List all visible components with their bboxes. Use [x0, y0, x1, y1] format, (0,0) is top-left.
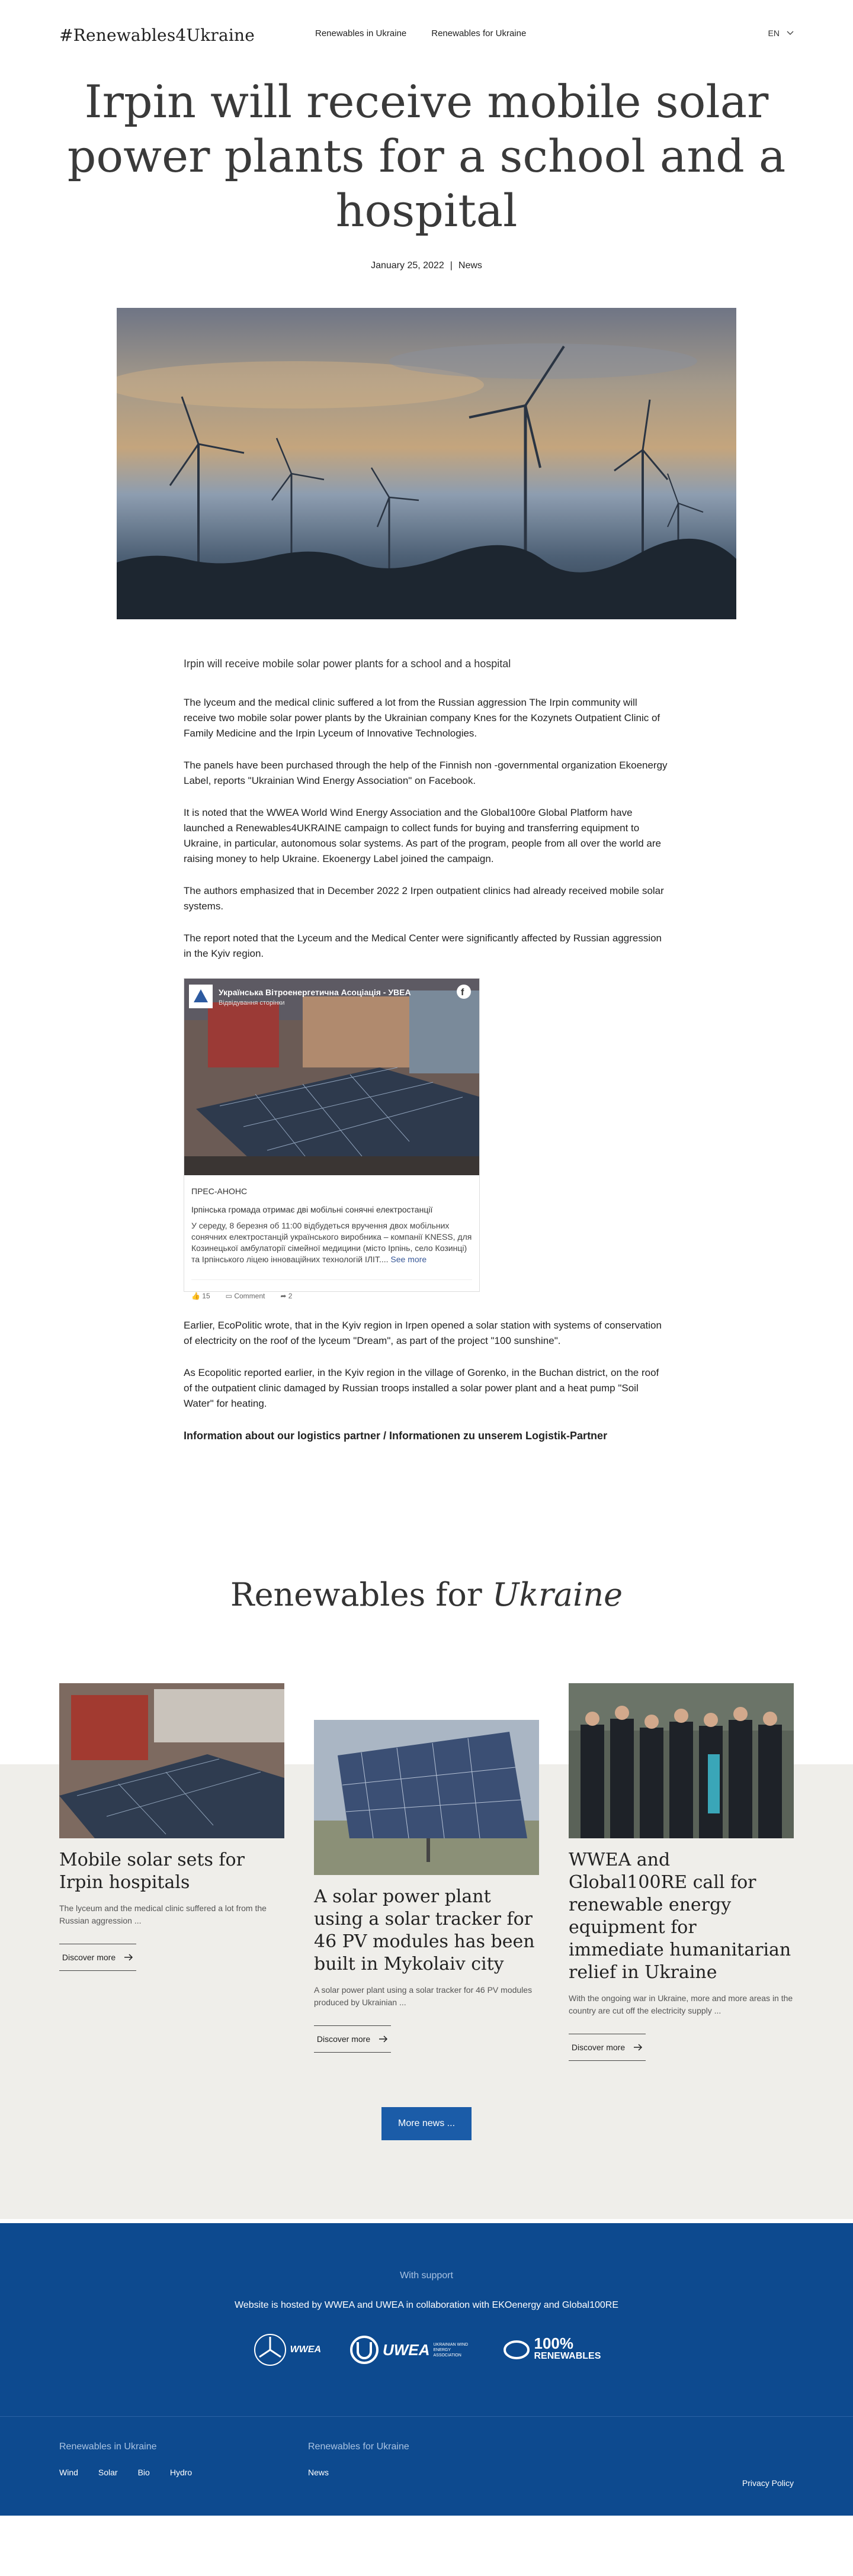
news-card[interactable]: Mobile solar sets for Irpin hospitals Th…	[59, 1683, 284, 1971]
article-body: Irpin will receive mobile solar power pl…	[184, 656, 669, 1443]
comment-label: Comment	[234, 1292, 265, 1300]
section-title-plain: Renewables for	[230, 1576, 482, 1613]
discover-more-label: Discover more	[571, 2043, 626, 2052]
article-paragraph: The authors emphasized that in December …	[184, 885, 664, 912]
news-card-title[interactable]: A solar power plant using a solar tracke…	[314, 1886, 539, 1976]
post-meta: January 25, 2022 | News	[0, 261, 853, 271]
footer-links: News	[308, 2468, 409, 2477]
arrow-right-icon	[634, 2044, 643, 2051]
more-news-wrapper: More news ...	[0, 2107, 853, 2140]
facebook-post-tag: ПРЕС-АНОНС	[191, 1186, 248, 1196]
page-title: Irpin will receive mobile solar power pl…	[67, 75, 786, 237]
arrow-right-icon	[379, 2035, 388, 2043]
privacy-policy-link[interactable]: Privacy Policy	[742, 2478, 794, 2488]
article-paragraph: As Ecopolitic reported earlier, in the K…	[184, 1367, 659, 1409]
partner-logos: WWEA UWEA UKRAINIAN WIND ENERGY ASSOCIAT…	[0, 2332, 853, 2368]
news-card-excerpt: With the ongoing war in Ukraine, more an…	[569, 1993, 793, 2015]
uwea-logo-subtext: UKRAINIAN WIND ENERGY ASSOCIATION	[433, 2342, 469, 2358]
site-header: #Renewables4Ukraine Renewables in Ukrain…	[0, 0, 853, 70]
100-renewables-logo-percent: 100%	[534, 2334, 573, 2352]
news-card-image[interactable]	[569, 1683, 794, 1838]
facebook-comment-action[interactable]: ▭ Comment	[226, 1288, 265, 1304]
facebook-share-action[interactable]: ➦ 2	[280, 1288, 292, 1304]
news-cards: Mobile solar sets for Irpin hospitals Th…	[0, 1683, 853, 2061]
footer-link-news[interactable]: News	[308, 2468, 329, 2477]
news-card-image[interactable]	[59, 1683, 284, 1838]
language-selector[interactable]: EN	[768, 28, 794, 38]
footer-link-bio[interactable]: Bio	[138, 2468, 150, 2477]
100-renewables-logo-word: RENEWABLES	[534, 2351, 601, 2361]
like-count: 15	[202, 1292, 210, 1300]
share-count: 2	[288, 1292, 293, 1300]
hero-image	[117, 308, 736, 619]
footer-col-title: Renewables for Ukraine	[308, 2442, 409, 2452]
post-category[interactable]: News	[458, 261, 482, 271]
wwea-logo[interactable]: WWEA	[252, 2332, 321, 2368]
meta-separator: |	[450, 261, 453, 271]
facebook-actions: 👍 15 ▭ Comment ➦ 2	[191, 1279, 472, 1304]
main-nav: Renewables in Ukraine Renewables for Ukr…	[315, 28, 526, 38]
discover-more-label: Discover more	[62, 1953, 116, 1962]
chevron-down-icon	[787, 31, 794, 35]
facebook-post-image[interactable]: f Українська Вітроенергетична Асоціація …	[184, 979, 479, 1175]
facebook-embed[interactable]: f Українська Вітроенергетична Асоціація …	[184, 978, 480, 1300]
language-label: EN	[768, 28, 780, 38]
footer-col-renewables-in-ukraine: Renewables in Ukraine Wind Solar Bio Hyd…	[59, 2442, 192, 2477]
facebook-post-text-content: У середу, 8 березня об 11:00 відбудеться…	[191, 1221, 472, 1264]
news-card[interactable]: A solar power plant using a solar tracke…	[314, 1720, 539, 2053]
discover-more-button[interactable]: Discover more	[569, 2034, 646, 2061]
news-card-excerpt: A solar power plant using a solar tracke…	[314, 1985, 533, 2007]
thumbs-up-icon: 👍	[191, 1292, 200, 1300]
article-paragraph: Earlier, EcoPolitic wrote, that in the K…	[184, 1320, 662, 1346]
discover-more-button[interactable]: Discover more	[59, 1944, 136, 1971]
discover-more-label: Discover more	[316, 2034, 371, 2044]
article-paragraph: The panels have been purchased through t…	[184, 760, 668, 786]
discover-more-button[interactable]: Discover more	[314, 2025, 391, 2053]
section-title-italic: Ukraine	[492, 1576, 623, 1613]
footer-links: Wind Solar Bio Hydro	[59, 2468, 192, 2477]
uwea-logo[interactable]: UWEA UKRAINIAN WIND ENERGY ASSOCIATION	[349, 2335, 474, 2365]
footer-col-title: Renewables in Ukraine	[59, 2442, 157, 2452]
facebook-post-headline: Ірпінська громада отримає дві мобільні с…	[191, 1205, 433, 1214]
share-icon: ➦	[280, 1292, 287, 1300]
site-logo[interactable]: #Renewables4Ukraine	[59, 25, 255, 45]
arrow-right-icon	[124, 1954, 133, 1961]
post-date: January 25, 2022	[371, 261, 444, 271]
news-card-excerpt: The lyceum and the medical clinic suffer…	[59, 1903, 267, 1925]
nav-renewables-in-ukraine[interactable]: Renewables in Ukraine	[315, 28, 406, 38]
site-footer: Renewables in Ukraine Wind Solar Bio Hyd…	[0, 2416, 853, 2516]
news-card-title[interactable]: WWEA and Global100RE call for renewable …	[569, 1849, 794, 1984]
comment-icon: ▭	[225, 1292, 232, 1300]
100-renewables-logo[interactable]: 100% RENEWABLES	[503, 2334, 601, 2363]
news-card-title[interactable]: Mobile solar sets for Irpin hospitals	[59, 1849, 284, 1894]
news-card-image[interactable]	[314, 1720, 539, 1875]
footer-link-wind[interactable]: Wind	[59, 2468, 78, 2477]
footer-col-renewables-for-ukraine: Renewables for Ukraine News	[308, 2442, 409, 2477]
renewables-for-ukraine-section: Renewables for Ukraine Mobile solar sets…	[0, 1576, 853, 2219]
support-label: With support	[400, 2271, 453, 2281]
facebook-post-body: ПРЕС-АНОНС Ірпінська громада отримає дві…	[184, 1175, 479, 1271]
facebook-post-text: У середу, 8 березня об 11:00 відбудеться…	[191, 1220, 472, 1265]
facebook-like-action[interactable]: 👍 15	[191, 1288, 210, 1304]
nav-renewables-for-ukraine[interactable]: Renewables for Ukraine	[431, 28, 526, 38]
logistics-partner-link[interactable]: Information about our logistics partner …	[184, 1428, 669, 1443]
support-section: With support Website is hosted by WWEA a…	[0, 2223, 853, 2416]
facebook-page-sub: Відвідування сторінки	[219, 999, 285, 1006]
svg-text:f: f	[461, 988, 464, 998]
section-title: Renewables for Ukraine	[0, 1576, 853, 1613]
footer-link-hydro[interactable]: Hydro	[170, 2468, 192, 2477]
article-paragraph: The report noted that the Lyceum and the…	[184, 932, 662, 959]
wwea-logo-text: WWEA	[290, 2345, 322, 2355]
footer-link-solar[interactable]: Solar	[98, 2468, 118, 2477]
hosting-text: Website is hosted by WWEA and UWEA in co…	[234, 2300, 619, 2310]
article-paragraph: The lyceum and the medical clinic suffer…	[184, 697, 660, 739]
article-lead: Irpin will receive mobile solar power pl…	[184, 658, 511, 670]
uwea-logo-text: UWEA	[383, 2340, 430, 2359]
news-card[interactable]: WWEA and Global100RE call for renewable …	[569, 1683, 794, 2061]
article-paragraph: It is noted that the WWEA World Wind Ene…	[184, 807, 661, 864]
more-news-button[interactable]: More news ...	[381, 2107, 472, 2140]
facebook-see-more-link[interactable]: See more	[390, 1255, 426, 1264]
